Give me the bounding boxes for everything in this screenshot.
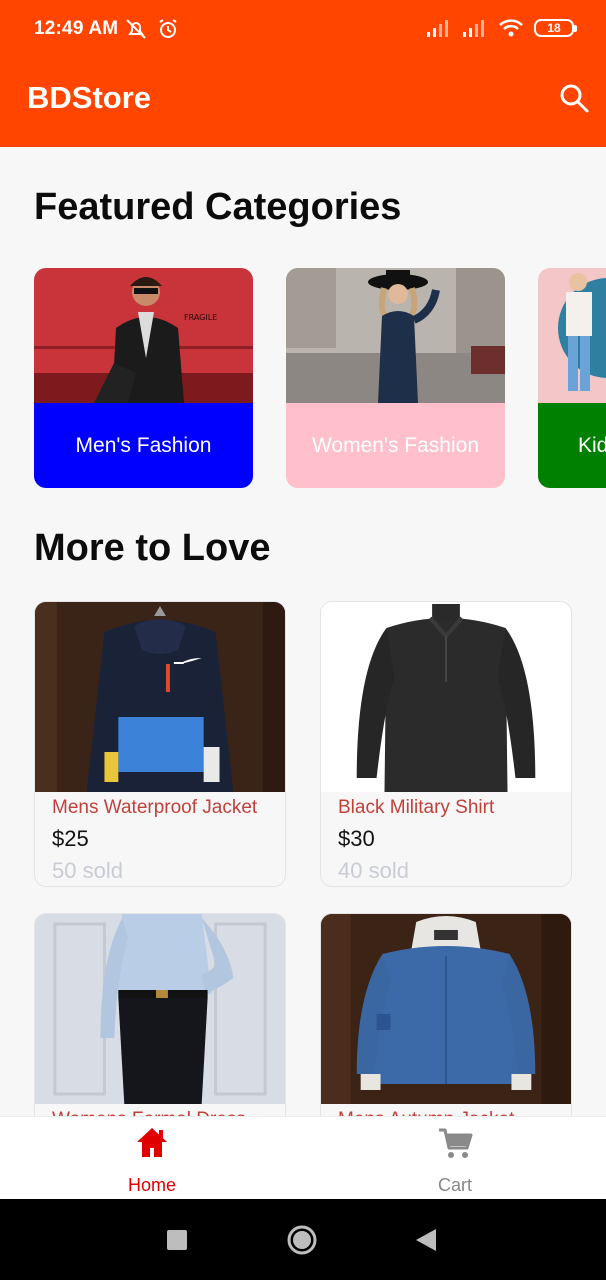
product-price: $25 [52,826,89,851]
category-label: Men's Fashion [34,403,253,488]
home-button-icon[interactable] [286,1224,318,1256]
mute-off-icon [126,19,146,39]
nav-item-cart[interactable]: Cart [380,1117,530,1200]
bottom-navigation: Home Cart [0,1116,606,1199]
womens-fashion-image [286,268,505,403]
alarm-icon [159,19,177,38]
category-label: Women's Fashion [286,403,505,488]
back-icon[interactable] [414,1227,438,1253]
category-card-kids[interactable]: Kids Fashion [538,268,606,488]
search-icon [560,84,589,113]
product-name: Mens Waterproof Jacket [52,797,258,818]
more-to-love-title: More to Love [34,527,271,569]
system-navigation-bar [0,1199,606,1280]
category-card-womens[interactable]: Women's Fashion [286,268,505,488]
category-carousel[interactable]: FRAGILE Men's Fashion Women's Fashion Ki… [34,268,606,488]
status-icons-left [124,17,180,41]
product-sold-count: 40 sold [338,858,409,883]
category-label: Kids Fashion [538,403,606,488]
svg-text:FRAGILE: FRAGILE [184,313,217,322]
category-card-mens[interactable]: FRAGILE Men's Fashion [34,268,253,488]
product-sold-count: 50 sold [52,858,123,883]
nav-item-home[interactable]: Home [77,1117,227,1200]
mens-fashion-image: FRAGILE [34,268,253,403]
search-button[interactable] [556,80,592,116]
product-image [35,602,285,792]
product-card[interactable]: Black Military Shirt $30 40 sold [320,601,572,887]
cart-icon [439,1128,473,1158]
app-bar: BDStore [0,60,606,147]
nav-label-home: Home [127,1175,176,1195]
battery-icon: 18 [534,19,577,37]
nav-label-cart: Cart [437,1175,472,1195]
featured-categories-title: Featured Categories [34,186,402,228]
product-card[interactable]: Mens Waterproof Jacket $25 50 sold [34,601,286,887]
wifi-icon [499,19,523,37]
recents-icon[interactable] [165,1228,189,1252]
status-bar: 12:49 AM 18 [0,0,606,60]
signal-icon [427,20,448,37]
product-image [35,914,285,1104]
status-icons-right: 18 [426,18,577,38]
product-image [321,602,571,792]
app-title: BDStore [27,80,152,115]
signal-icon [463,20,484,37]
home-icon [137,1128,167,1157]
kids-fashion-image [538,268,606,403]
status-time: 12:49 AM [34,18,119,39]
product-image [321,914,571,1104]
product-name: Black Military Shirt [338,797,495,818]
product-price: $30 [338,826,375,851]
